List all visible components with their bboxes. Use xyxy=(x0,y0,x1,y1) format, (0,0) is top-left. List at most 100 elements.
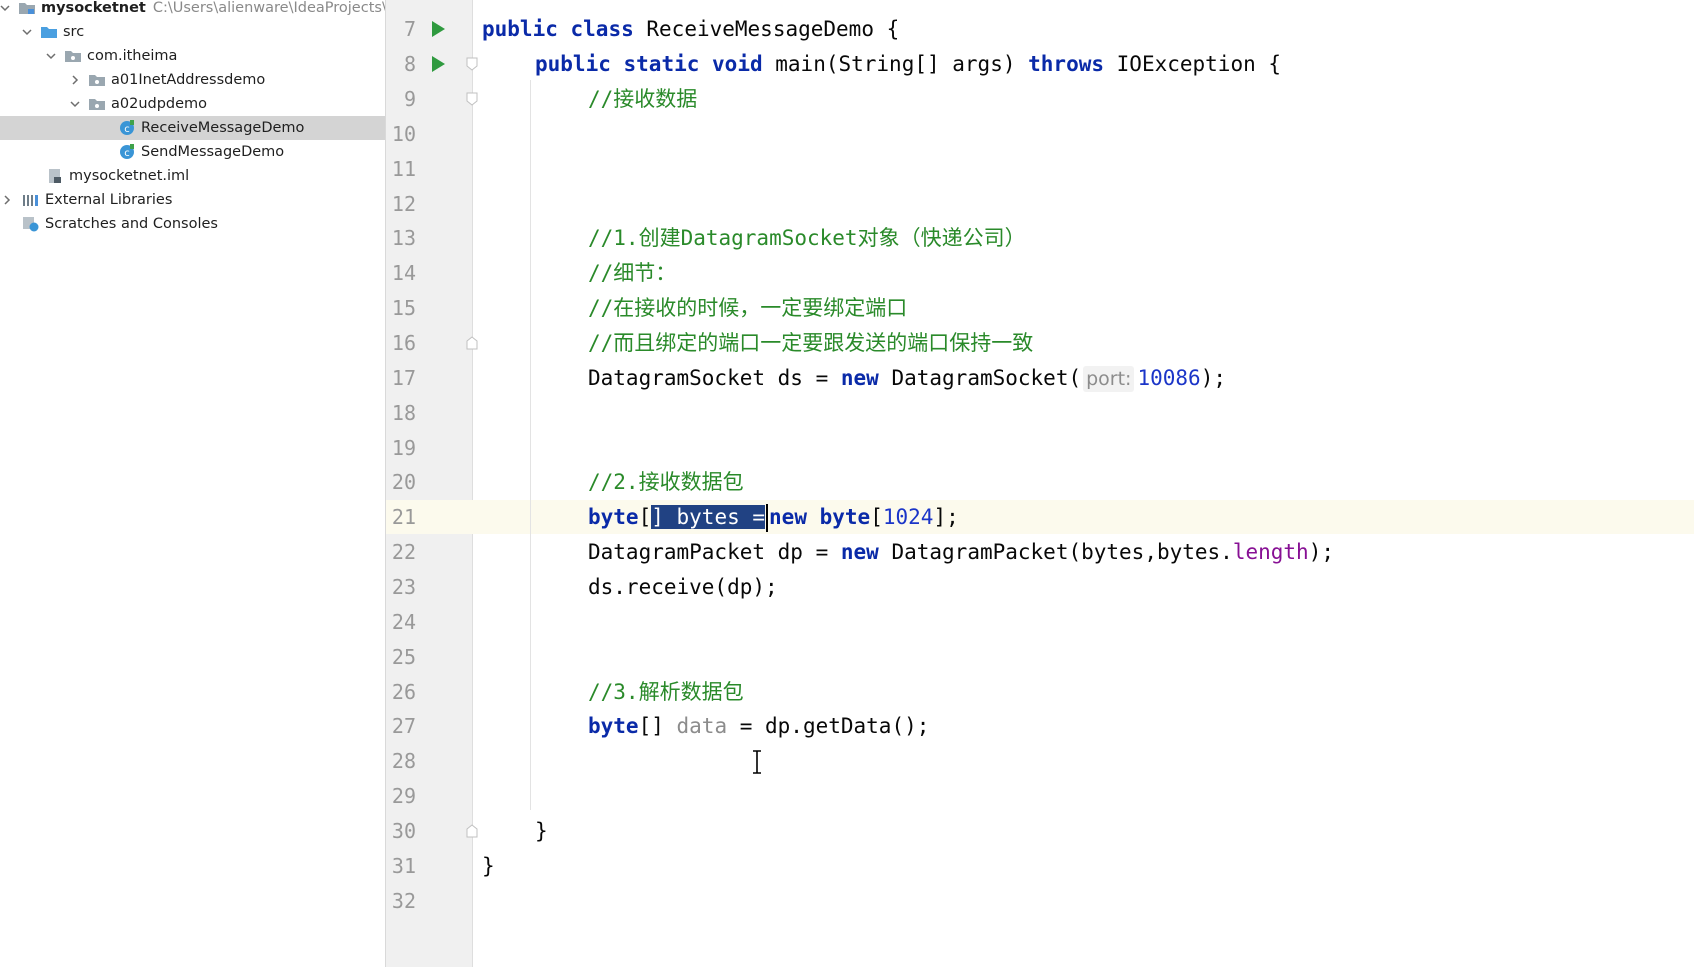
unused-variable: data xyxy=(676,714,728,738)
iml-file-icon xyxy=(46,168,64,184)
tree-item-a01inetaddressdemo[interactable]: a01InetAddressdemo xyxy=(0,68,385,92)
package-icon xyxy=(88,72,106,88)
code-text: ]; xyxy=(933,505,959,529)
line-number: 32 xyxy=(391,889,416,913)
code-text: [ xyxy=(638,505,652,529)
code-text: = dp.getData(); xyxy=(727,714,930,738)
keyword: public xyxy=(535,52,611,76)
number-literal: 1024 xyxy=(882,505,934,529)
line-number: 7 xyxy=(403,17,416,41)
package-icon xyxy=(88,96,106,112)
tree-item-label: a01InetAddressdemo xyxy=(111,72,266,88)
tree-item-external-libraries[interactable]: External Libraries xyxy=(0,188,385,212)
line-number: 12 xyxy=(391,192,416,216)
chevron-down-icon[interactable] xyxy=(20,25,34,39)
code-text: ); xyxy=(1308,540,1334,564)
keyword: byte xyxy=(588,505,639,529)
code-line-30: } xyxy=(535,819,548,843)
line-number: 26 xyxy=(391,680,416,704)
fold-marker-icon[interactable] xyxy=(465,336,479,350)
code-line-26-comment: //3.解析数据包 xyxy=(588,680,744,704)
code-line-7: public class ReceiveMessageDemo { xyxy=(482,12,899,46)
text-selection[interactable]: ] bytes = xyxy=(651,505,766,529)
keyword: static xyxy=(623,52,700,76)
current-line-highlight xyxy=(386,500,1694,534)
project-path: C:\Users\alienware\IdeaProjects\ba xyxy=(152,0,386,16)
fold-marker-icon[interactable] xyxy=(465,57,479,71)
tree-item-a02udpdemo[interactable]: a02udpdemo xyxy=(0,92,385,116)
line-number: 17 xyxy=(391,366,416,390)
exception-type: IOException { xyxy=(1116,52,1282,76)
tree-item-src[interactable]: src xyxy=(0,20,385,44)
module-folder-icon xyxy=(18,0,36,16)
line-number: 14 xyxy=(391,261,416,285)
chevron-down-icon[interactable] xyxy=(44,49,58,63)
number-literal: 10086 xyxy=(1137,366,1201,390)
package-icon xyxy=(64,48,82,64)
line-number: 24 xyxy=(391,610,416,634)
code-text: ); xyxy=(1200,366,1226,390)
code-text: [] xyxy=(638,714,677,738)
project-tree: mysocketnet C:\Users\alienware\IdeaProje… xyxy=(0,0,386,967)
chevron-right-icon[interactable] xyxy=(0,193,14,207)
line-number: 11 xyxy=(391,157,416,181)
line-number: 27 xyxy=(391,714,416,738)
svg-text:c: c xyxy=(124,124,130,135)
keyword: public xyxy=(482,17,558,41)
project-name: mysocketnet xyxy=(41,0,146,16)
line-number: 13 xyxy=(391,226,416,250)
code-line-16-comment: //而且绑定的端口一定要跟发送的端口保持一致 xyxy=(588,331,1034,355)
line-number: 20 xyxy=(391,470,416,494)
mouse-ibeam-cursor-icon xyxy=(753,750,761,774)
line-number: 19 xyxy=(391,436,416,460)
keyword: throws xyxy=(1028,52,1104,76)
tree-item-scratches-and-consoles[interactable]: Scratches and Consoles xyxy=(0,212,385,236)
tree-item-label: SendMessageDemo xyxy=(141,144,285,160)
fold-marker-icon[interactable] xyxy=(465,92,479,106)
code-line-8: public static void main(String[] args) t… xyxy=(535,47,1281,81)
tree-item-receivemessagedemo[interactable]: c ReceiveMessageDemo xyxy=(0,116,385,140)
code-line-21: byte[] bytes = new byte[1024]; xyxy=(588,500,959,534)
keyword: new xyxy=(840,366,879,390)
line-number: 29 xyxy=(391,784,416,808)
keyword: byte xyxy=(588,714,639,738)
code-line-22: DatagramPacket dp = new DatagramPacket(b… xyxy=(588,535,1334,569)
keyword: new xyxy=(769,505,807,529)
tree-item-sendmessagedemo[interactable]: c SendMessageDemo xyxy=(0,140,385,164)
tree-item-label: ReceiveMessageDemo xyxy=(141,120,305,136)
scratches-icon xyxy=(22,216,40,232)
tree-root-mysocketnet[interactable]: mysocketnet C:\Users\alienware\IdeaProje… xyxy=(0,0,385,20)
chevron-right-icon[interactable] xyxy=(68,73,82,87)
code-line-17: DatagramSocket ds = new DatagramSocket(p… xyxy=(588,361,1226,395)
tree-item-label: com.itheima xyxy=(87,48,178,64)
tree-item-label: External Libraries xyxy=(45,192,173,208)
run-main-icon[interactable] xyxy=(432,56,445,72)
chevron-down-icon[interactable] xyxy=(0,1,12,15)
line-number: 9 xyxy=(403,87,416,111)
tree-item-com-itheima[interactable]: com.itheima xyxy=(0,44,385,68)
chevron-down-icon[interactable] xyxy=(68,97,82,111)
indent-guide xyxy=(530,80,531,810)
text-caret xyxy=(766,504,769,532)
tree-item-label: mysocketnet.iml xyxy=(69,168,190,184)
keyword: byte xyxy=(819,505,871,529)
field-reference: length xyxy=(1232,540,1309,564)
class-declaration: ReceiveMessageDemo { xyxy=(646,17,900,41)
code-line-23: ds.receive(dp); xyxy=(588,575,778,599)
tree-item-label: src xyxy=(63,24,85,40)
code-text: [ xyxy=(870,505,883,529)
code-text: DatagramSocket ds = xyxy=(588,366,841,390)
source-folder-icon xyxy=(40,24,58,40)
tree-item-label: Scratches and Consoles xyxy=(45,216,218,232)
code-line-14-comment: //细节： xyxy=(588,261,677,285)
code-line-27: byte[] data = dp.getData(); xyxy=(588,709,929,743)
tree-item-mysocketnet-iml[interactable]: mysocketnet.iml xyxy=(0,164,385,188)
fold-marker-icon[interactable] xyxy=(465,824,479,838)
code-line-20-comment: //2.接收数据包 xyxy=(588,470,744,494)
parameter-hint: port: xyxy=(1083,366,1135,392)
keyword: new xyxy=(840,540,879,564)
code-line-13-comment: //1.创建DatagramSocket对象（快递公司） xyxy=(588,226,1026,250)
run-class-icon[interactable] xyxy=(432,21,445,37)
svg-text:c: c xyxy=(124,148,130,159)
tree-item-label: a02udpdemo xyxy=(111,96,208,112)
